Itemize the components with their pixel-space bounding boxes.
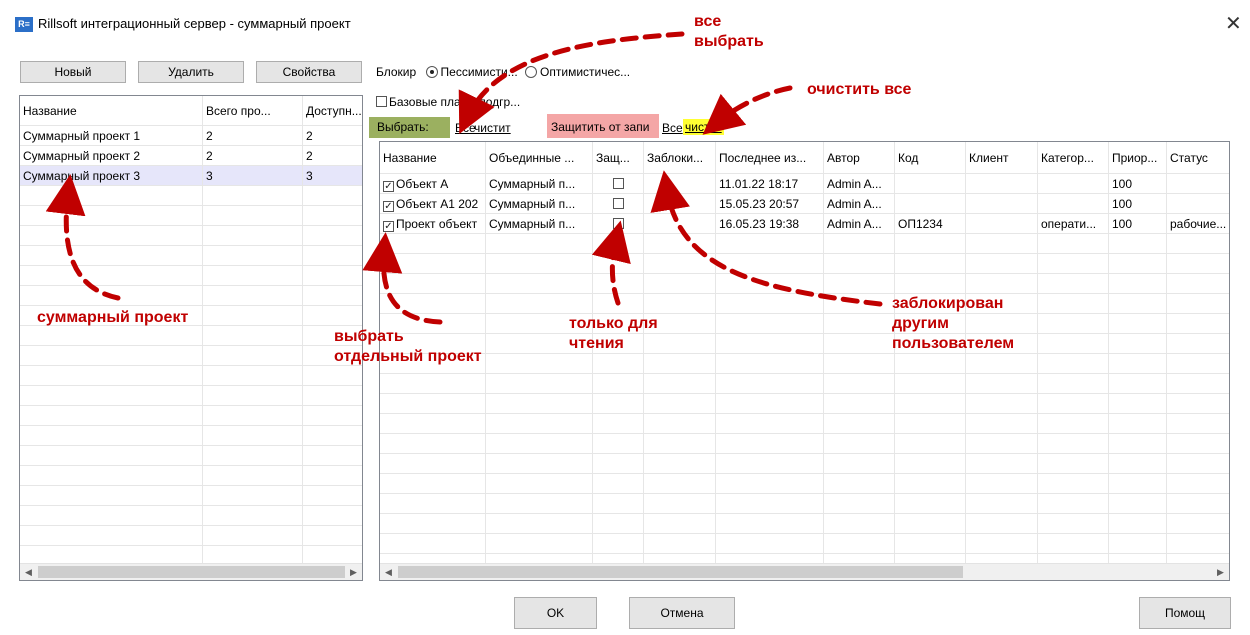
annotation-select-all: все выбрать bbox=[694, 13, 764, 50]
annotation-clear-all: очистить все bbox=[807, 81, 912, 98]
arrow-read-only bbox=[591, 220, 631, 306]
arrow-select-all bbox=[458, 31, 685, 134]
annotation-read-only: только для чтения bbox=[569, 315, 658, 352]
arrow-summary-project bbox=[45, 174, 121, 301]
arrow-select-single bbox=[362, 232, 443, 325]
annotation-select-single: выбрать отдельный проект bbox=[334, 328, 482, 365]
annotation-locked: заблокирован другим пользователем bbox=[892, 295, 1015, 352]
arrow-clear-all bbox=[702, 85, 793, 135]
arrow-locked bbox=[650, 170, 883, 307]
annotation-summary-project: суммарный проект bbox=[37, 309, 189, 326]
